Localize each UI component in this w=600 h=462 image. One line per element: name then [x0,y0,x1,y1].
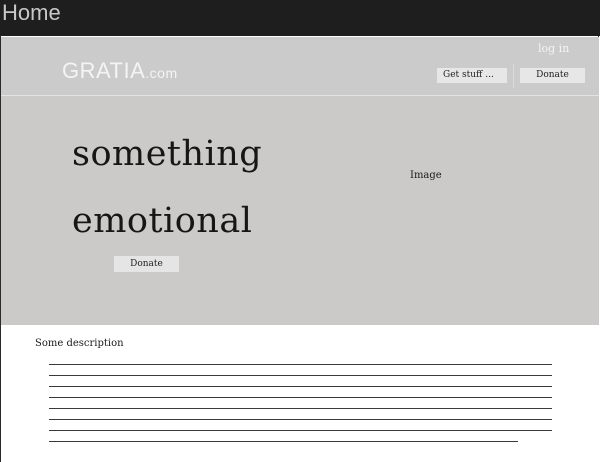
donate-button-header[interactable]: Donate [520,68,585,83]
description-section: Some description [1,325,599,462]
description-heading: Some description [35,338,124,349]
description-text-line [49,441,518,442]
hero-headline-line-1: something [72,134,263,174]
hero-headline-line-2: emotional [72,201,253,241]
logo-main-text: GRATIA [62,58,146,83]
site-header: GRATIA.com log in Get stuff ... Donate [1,37,599,96]
description-text-line [49,430,552,431]
description-text-line [49,397,552,398]
description-text-line [49,386,552,387]
window-title: Home [2,0,61,25]
hero-section: something emotional Donate Image [1,96,599,325]
description-text-line [49,419,552,420]
nav-divider [513,64,514,88]
description-text-line [49,375,552,376]
window-titlebar: Home [0,0,600,36]
get-stuff-dropdown[interactable]: Get stuff ... [437,68,507,83]
logo-sub-text: .com [145,65,178,81]
description-text-line [49,408,552,409]
site-logo[interactable]: GRATIA.com [62,58,178,84]
donate-button-hero[interactable]: Donate [114,256,179,272]
description-text-line [49,364,552,365]
login-link[interactable]: log in [538,42,569,55]
hero-image-placeholder: Image [410,170,442,181]
